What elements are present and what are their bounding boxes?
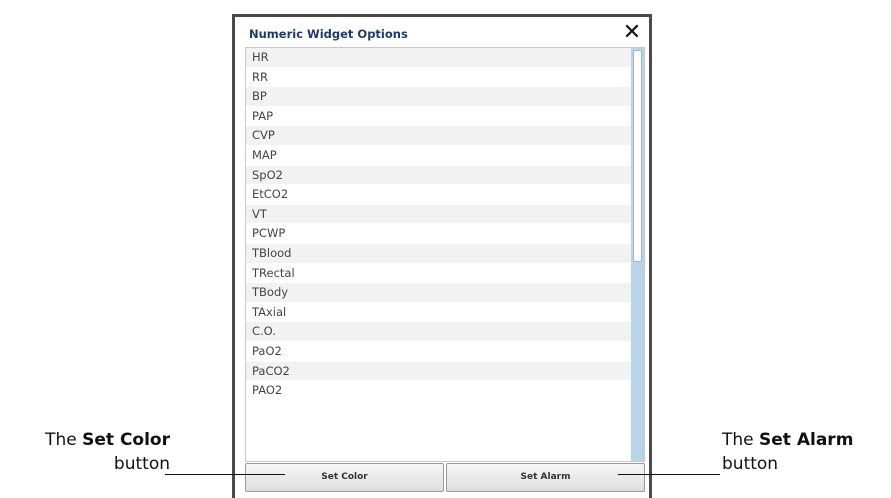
callout-prefix: The [45, 430, 83, 450]
numeric-widget-options-dialog: Numeric Widget Options ✕ HR RR BP PAP CVP MAP… [232, 14, 652, 498]
list-item[interactable]: TBody [246, 283, 631, 303]
list-item[interactable]: PAO2 [246, 381, 631, 401]
list-item[interactable]: TBlood [246, 243, 631, 264]
options-list: HR RR BP PAP CVP MAP SpO2 EtCO2 VT PCWP TBlood TRec… [246, 48, 631, 401]
scrollbar-thumb[interactable] [633, 50, 642, 262]
close-icon[interactable]: ✕ [621, 20, 643, 46]
list-item[interactable]: TAxial [246, 302, 631, 323]
list-item[interactable]: RR [246, 67, 631, 88]
list-item[interactable]: PAP [246, 106, 631, 127]
callout-suffix: button [113, 454, 170, 474]
options-list-box: HR RR BP PAP CVP MAP SpO2 EtCO2 VT PCWP TBlood TRec… [245, 47, 645, 462]
list-item[interactable]: HR [246, 48, 631, 68]
set-alarm-button[interactable]: Set Alarm [446, 463, 645, 492]
dialog-title: Numeric Widget Options [249, 27, 408, 41]
list-item[interactable]: CVP [246, 126, 631, 146]
list-item[interactable]: TRectal [246, 263, 631, 284]
list-item[interactable]: VT [246, 204, 631, 225]
button-row: Set Color Set Alarm [245, 463, 645, 497]
list-item[interactable]: PaCO2 [246, 361, 631, 382]
list-item[interactable]: BP [246, 87, 631, 107]
set-color-button[interactable]: Set Color [245, 463, 444, 492]
scrollbar[interactable] [631, 48, 644, 461]
list-item[interactable]: PCWP [246, 224, 631, 244]
list-item[interactable]: SpO2 [246, 165, 631, 186]
list-item[interactable]: MAP [246, 145, 631, 166]
set-color-callout: The Set Color button [10, 428, 170, 476]
callout-bold-label: Set Alarm [759, 430, 854, 450]
callout-bold-label: Set Color [82, 430, 170, 450]
callout-prefix: The [722, 430, 760, 450]
list-item[interactable]: PaO2 [246, 341, 631, 362]
list-item[interactable]: C.O. [246, 322, 631, 342]
list-item[interactable]: EtCO2 [246, 185, 631, 205]
set-alarm-callout: The Set Alarm button [722, 428, 891, 476]
set-color-leader-line [165, 474, 285, 475]
callout-suffix: button [722, 454, 779, 474]
set-alarm-leader-line [618, 474, 720, 475]
